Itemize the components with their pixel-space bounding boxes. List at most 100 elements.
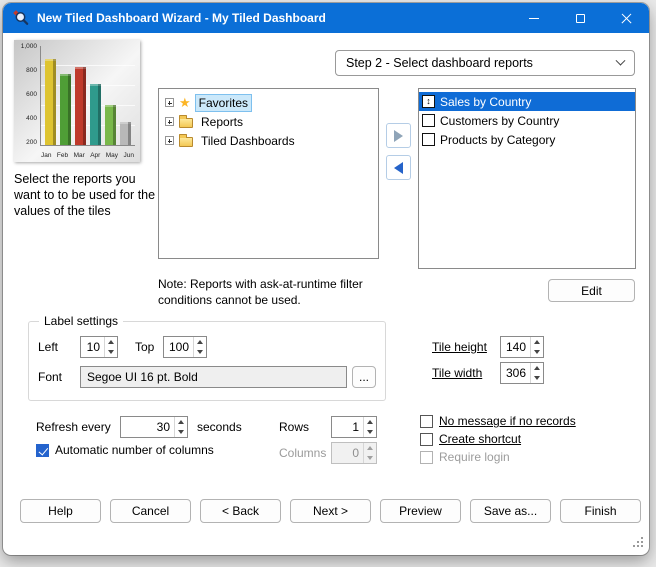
create-shortcut-label: Create shortcut — [439, 432, 521, 446]
spinner-down-button[interactable] — [105, 347, 117, 357]
chart-ylabels: 1,000800600400200 — [16, 43, 37, 146]
chevron-down-icon — [616, 55, 626, 65]
expand-plus-icon[interactable] — [165, 117, 174, 126]
expand-plus-icon[interactable] — [165, 98, 174, 107]
font-browse-button[interactable]: ... — [352, 366, 376, 388]
spinner-arrows — [363, 443, 376, 463]
label-settings-title: Label settings — [39, 314, 123, 328]
back-button[interactable]: < Back — [200, 499, 281, 523]
chart-y-label: 800 — [26, 67, 37, 74]
selected-reports-list: Sales by Country Customers by Country Pr… — [418, 88, 636, 269]
chart-months: JanFebMarAprMayJun — [40, 152, 135, 159]
top-label: Top — [135, 340, 154, 354]
refresh-label: Refresh every — [36, 420, 111, 434]
chart-month-label: Jun — [123, 152, 133, 159]
spinner-up-icon — [534, 366, 540, 370]
checkbox-icon[interactable] — [420, 415, 433, 428]
remove-report-button[interactable] — [386, 155, 411, 180]
tree-item-tiled-dashboards[interactable]: Tiled Dashboards — [159, 131, 378, 150]
spinner-up-button[interactable] — [194, 337, 206, 347]
spinner-arrows — [530, 337, 543, 357]
auto-columns-label: Automatic number of columns — [55, 443, 214, 457]
add-report-button[interactable] — [386, 123, 411, 148]
report-item[interactable]: Customers by Country — [419, 111, 635, 130]
refresh-spinner[interactable]: 30 — [120, 416, 188, 438]
chart-month-label: Mar — [74, 152, 85, 159]
minimize-button[interactable] — [511, 3, 557, 33]
no-message-checkbox[interactable]: No message if no records — [420, 414, 576, 428]
cancel-button[interactable]: Cancel — [110, 499, 191, 523]
tile-height-spinner[interactable]: 140 — [500, 336, 544, 358]
dialog-content: 1,000800600400200 JanFebMarAprMayJun Sel… — [3, 33, 649, 555]
spinner-down-icon — [178, 430, 184, 434]
columns-value: 0 — [332, 443, 363, 463]
spinner-down-button[interactable] — [175, 427, 187, 437]
spinner-up-button[interactable] — [364, 417, 376, 427]
chart-month-label: Apr — [90, 152, 100, 159]
report-item[interactable]: Products by Category — [419, 130, 635, 149]
tree-item-label[interactable]: Favorites — [196, 95, 251, 111]
report-item-label: Customers by Country — [440, 114, 559, 128]
folder-icon — [179, 137, 193, 147]
step-selector[interactable]: Step 2 - Select dashboard reports — [335, 50, 635, 76]
rows-value: 1 — [332, 417, 363, 437]
left-label: Left — [38, 340, 58, 354]
spinner-up-button[interactable] — [531, 363, 543, 373]
spinner-up-icon — [367, 420, 373, 424]
maximize-icon — [576, 14, 585, 23]
columns-spinner: 0 — [331, 442, 377, 464]
spinner-up-button[interactable] — [175, 417, 187, 427]
left-spinner[interactable]: 10 — [80, 336, 118, 358]
tile-height-label: Tile height — [432, 340, 487, 354]
spinner-down-button — [364, 453, 376, 463]
spinner-down-button[interactable] — [194, 347, 206, 357]
save-as-button[interactable]: Save as... — [470, 499, 551, 523]
chart-bar — [90, 84, 101, 145]
spinner-arrows — [104, 337, 117, 357]
spinner-down-icon — [534, 350, 540, 354]
wizard-window: New Tiled Dashboard Wizard - My Tiled Da… — [3, 3, 649, 555]
top-spinner[interactable]: 100 — [163, 336, 207, 358]
report-item-label: Sales by Country — [440, 95, 531, 109]
report-item-label: Products by Category — [440, 133, 555, 147]
source-tree: Favorites Reports Tiled Dashboards — [158, 88, 379, 259]
spinner-up-button[interactable] — [531, 337, 543, 347]
spinner-arrows — [530, 363, 543, 383]
next-button[interactable]: Next > — [290, 499, 371, 523]
spinner-down-button[interactable] — [531, 347, 543, 357]
spinner-up-button[interactable] — [105, 337, 117, 347]
tree-item-label[interactable]: Reports — [198, 114, 246, 130]
tree-item-favorites[interactable]: Favorites — [159, 93, 378, 112]
report-item[interactable]: Sales by Country — [419, 92, 635, 111]
titlebar[interactable]: New Tiled Dashboard Wizard - My Tiled Da… — [3, 3, 649, 33]
require-login-checkbox: Require login — [420, 450, 510, 464]
close-button[interactable] — [603, 3, 649, 33]
help-button[interactable]: Help — [20, 499, 101, 523]
seconds-label: seconds — [197, 420, 242, 434]
rows-spinner[interactable]: 1 — [331, 416, 377, 438]
edit-button[interactable]: Edit — [548, 279, 635, 302]
auto-columns-checkbox[interactable]: Automatic number of columns — [36, 443, 214, 457]
window-title: New Tiled Dashboard Wizard - My Tiled Da… — [37, 11, 326, 25]
top-spinner-value: 100 — [164, 337, 193, 357]
spinner-arrows — [363, 417, 376, 437]
finish-button[interactable]: Finish — [560, 499, 641, 523]
chart-bar — [105, 105, 116, 145]
maximize-button[interactable] — [557, 3, 603, 33]
spinner-up-icon — [534, 340, 540, 344]
columns-label: Columns — [279, 446, 326, 460]
tree-item-label[interactable]: Tiled Dashboards — [198, 133, 298, 149]
checkbox-icon[interactable] — [420, 433, 433, 446]
preview-button[interactable]: Preview — [380, 499, 461, 523]
chart-bar — [45, 59, 56, 145]
check-icon[interactable] — [36, 444, 49, 457]
tile-width-spinner[interactable]: 306 — [500, 362, 544, 384]
resize-grip-icon[interactable] — [632, 536, 644, 551]
font-field[interactable]: Segoe UI 16 pt. Bold — [80, 366, 347, 388]
tree-item-reports[interactable]: Reports — [159, 112, 378, 131]
create-shortcut-checkbox[interactable]: Create shortcut — [420, 432, 521, 446]
expand-plus-icon[interactable] — [165, 136, 174, 145]
spinner-down-button[interactable] — [364, 427, 376, 437]
chart-bar — [60, 74, 71, 145]
spinner-down-button[interactable] — [531, 373, 543, 383]
